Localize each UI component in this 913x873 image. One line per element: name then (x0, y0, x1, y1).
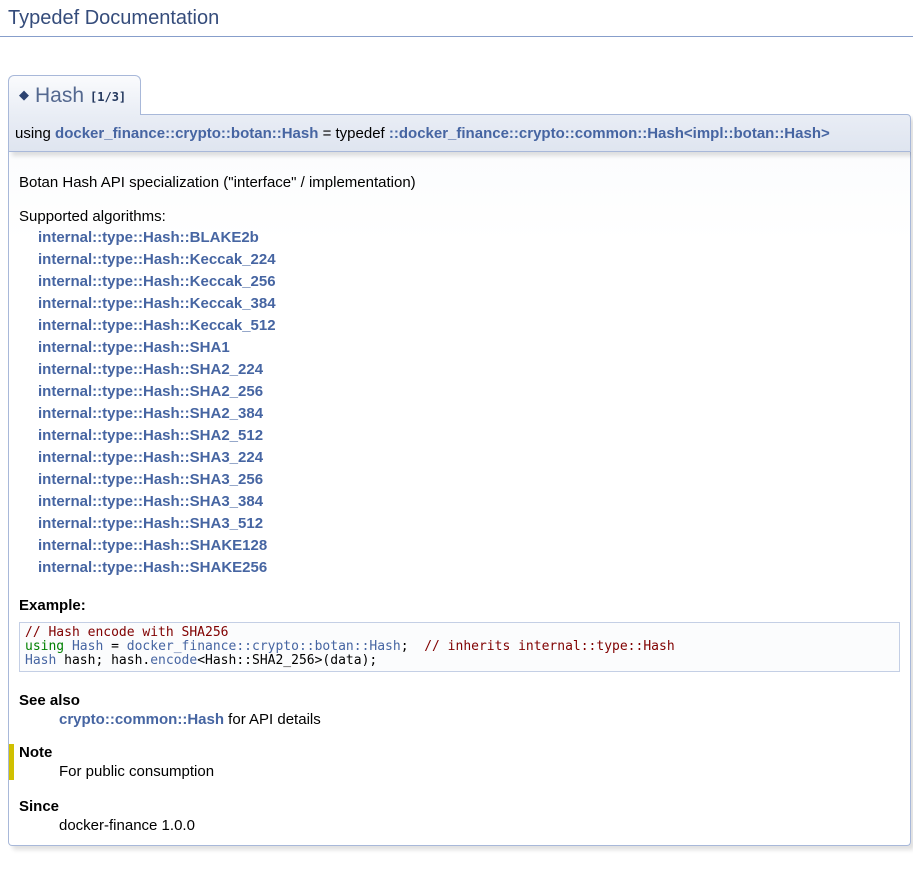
overload-badge: [1/3] (90, 90, 126, 104)
example-label: Example: (19, 597, 900, 614)
algorithm-link[interactable]: internal::type::Hash::Keccak_224 (38, 251, 276, 268)
code-token: hash; hash. (56, 653, 150, 668)
code-token: // Hash encode with SHA256 (25, 625, 229, 640)
code-link[interactable]: Hash (25, 653, 56, 668)
code-link[interactable]: encode (150, 653, 197, 668)
algorithm-list-item: internal::type::Hash::SHAKE256 (38, 557, 900, 579)
code-token: using (25, 639, 64, 654)
page-title: Typedef Documentation (0, 0, 913, 37)
algorithm-link[interactable]: internal::type::Hash::Keccak_512 (38, 317, 276, 334)
algorithm-list-item: internal::type::Hash::BLAKE2b (38, 227, 900, 249)
see-also-link[interactable]: crypto::common::Hash (59, 711, 224, 728)
algorithm-link[interactable]: internal::type::Hash::Keccak_384 (38, 295, 276, 312)
code-token (64, 639, 72, 654)
see-also-text: for API details (224, 711, 321, 728)
algorithm-link[interactable]: internal::type::Hash::SHAKE128 (38, 537, 267, 554)
algorithm-list-item: internal::type::Hash::SHA3_512 (38, 513, 900, 535)
algorithm-link[interactable]: internal::type::Hash::SHA3_512 (38, 515, 263, 532)
proto-type-link[interactable]: ::docker_finance::crypto::common::Hash<i… (389, 125, 830, 142)
proto-middle: = typedef (318, 125, 388, 142)
see-also-section: See also crypto::common::Hash for API de… (19, 692, 900, 728)
algorithm-link[interactable]: internal::type::Hash::SHAKE256 (38, 559, 267, 576)
algorithm-list-item: internal::type::Hash::SHA2_256 (38, 381, 900, 403)
algorithm-link[interactable]: internal::type::Hash::SHA2_224 (38, 361, 263, 378)
algorithm-link[interactable]: internal::type::Hash::SHA3_256 (38, 471, 263, 488)
algorithm-link[interactable]: internal::type::Hash::Keccak_256 (38, 273, 276, 290)
algorithm-list-item: internal::type::Hash::SHA3_224 (38, 447, 900, 469)
diamond-icon[interactable]: ◆ (19, 87, 29, 102)
see-also-heading: See also (19, 692, 900, 709)
algorithm-link[interactable]: internal::type::Hash::BLAKE2b (38, 229, 259, 246)
algorithm-link[interactable]: internal::type::Hash::SHA3_384 (38, 493, 263, 510)
algorithm-list-item: internal::type::Hash::SHA3_384 (38, 491, 900, 513)
note-heading: Note (19, 744, 900, 761)
code-block: // Hash encode with SHA256using Hash = d… (19, 622, 900, 672)
algorithm-list-item: internal::type::Hash::SHAKE128 (38, 535, 900, 557)
code-token: = (103, 639, 126, 654)
note-content: For public consumption (59, 763, 900, 780)
code-token: ; (401, 639, 424, 654)
proto-prefix: using (15, 125, 55, 142)
algorithm-link[interactable]: internal::type::Hash::SHA3_224 (38, 449, 263, 466)
algorithm-list-item: internal::type::Hash::Keccak_512 (38, 315, 900, 337)
algorithm-list-item: internal::type::Hash::SHA2_224 (38, 359, 900, 381)
algorithm-link[interactable]: internal::type::Hash::SHA1 (38, 339, 230, 356)
member-documentation: Botan Hash API specialization ("interfac… (8, 152, 911, 846)
algorithm-list-item: internal::type::Hash::Keccak_224 (38, 249, 900, 271)
member-title: Hash (35, 84, 84, 107)
brief-description: Botan Hash API specialization ("interfac… (19, 174, 900, 191)
since-content: docker-finance 1.0.0 (59, 817, 900, 834)
algorithm-link[interactable]: internal::type::Hash::SHA2_512 (38, 427, 263, 444)
algorithm-link[interactable]: internal::type::Hash::SHA2_384 (38, 405, 263, 422)
member-prototype: using docker_finance::crypto::botan::Has… (8, 114, 911, 152)
code-link[interactable]: docker_finance::crypto::botan::Hash (127, 639, 401, 654)
code-token: <Hash::SHA2_256>(data); (197, 653, 377, 668)
algorithm-list-item: internal::type::Hash::Keccak_384 (38, 293, 900, 315)
algorithm-link[interactable]: internal::type::Hash::SHA2_256 (38, 383, 263, 400)
since-heading: Since (19, 798, 900, 815)
since-section: Since docker-finance 1.0.0 (19, 798, 900, 834)
algorithm-list-item: internal::type::Hash::SHA2_512 (38, 425, 900, 447)
code-link[interactable]: Hash (72, 639, 103, 654)
note-section: Note For public consumption (9, 744, 900, 780)
code-line: Hash hash; hash.encode<Hash::SHA2_256>(d… (25, 654, 894, 668)
algorithm-list-item: internal::type::Hash::Keccak_256 (38, 271, 900, 293)
see-also-content: crypto::common::Hash for API details (59, 711, 900, 728)
code-line: // Hash encode with SHA256 (25, 626, 894, 640)
code-token: // inherits internal::type::Hash (424, 639, 674, 654)
member-item-hash: ◆Hash[1/3] using docker_finance::crypto:… (8, 75, 911, 846)
algorithm-list-item: internal::type::Hash::SHA2_384 (38, 403, 900, 425)
algorithm-list-item: internal::type::Hash::SHA3_256 (38, 469, 900, 491)
algorithm-list: internal::type::Hash::BLAKE2binternal::t… (19, 227, 900, 579)
algorithms-label: Supported algorithms: (19, 208, 900, 225)
proto-name-link[interactable]: docker_finance::crypto::botan::Hash (55, 125, 318, 142)
code-line: using Hash = docker_finance::crypto::bot… (25, 640, 894, 654)
member-tab-hash: ◆ Hash [1/3] (8, 75, 141, 115)
algorithm-list-item: internal::type::Hash::SHA1 (38, 337, 900, 359)
